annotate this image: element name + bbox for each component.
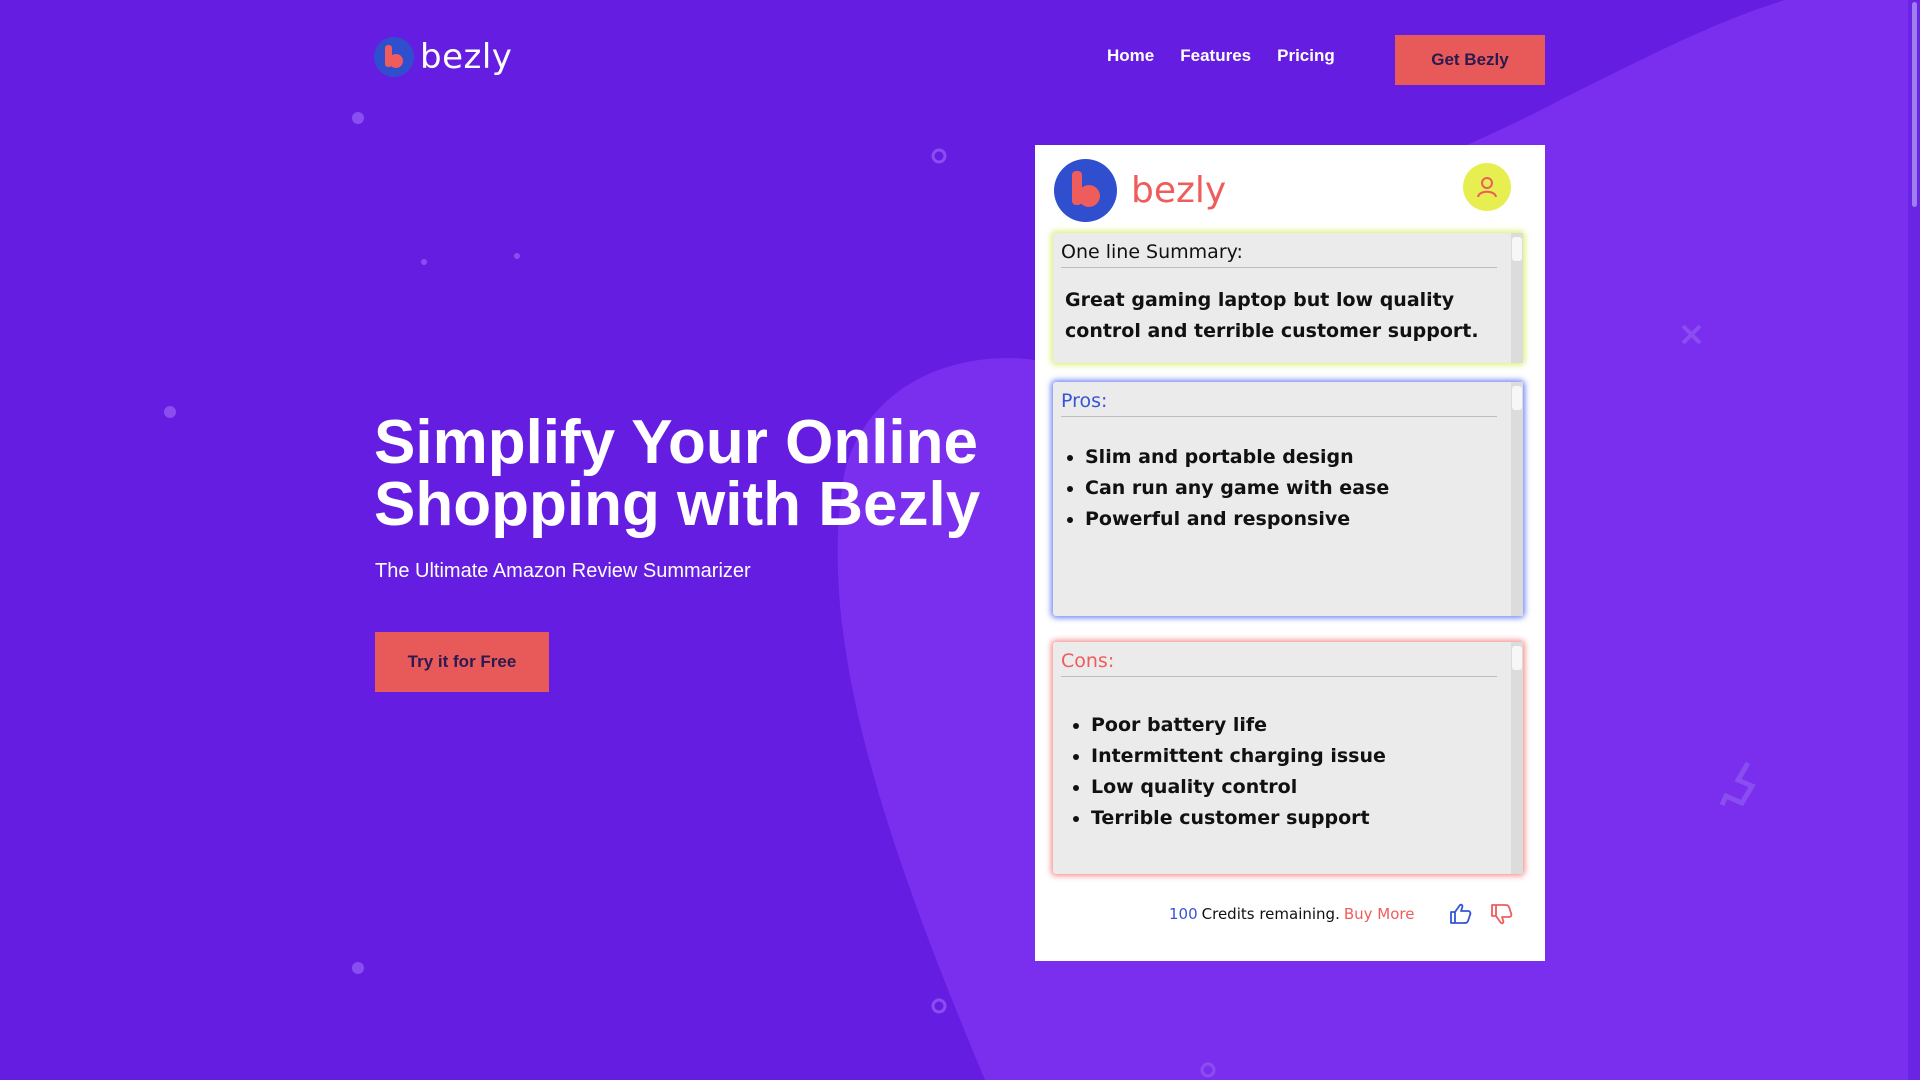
bezly-logo-icon	[1054, 159, 1117, 222]
hero-subtitle: The Ultimate Amazon Review Summarizer	[375, 560, 751, 582]
cons-heading: Cons:	[1061, 650, 1115, 672]
page-scrollbar[interactable]	[1908, 0, 1920, 1080]
user-icon	[1477, 177, 1497, 198]
page-scrollbar-thumb[interactable]	[1912, 2, 1917, 207]
pros-list: Slim and portable design Can run any gam…	[1057, 442, 1389, 535]
divider	[1061, 676, 1497, 677]
list-item: Slim and portable design	[1085, 442, 1389, 473]
extension-preview: bezly One line Summary: Great gaming lap…	[1035, 145, 1545, 961]
thumbs-up-icon[interactable]	[1449, 902, 1473, 926]
scrollbar-thumb[interactable]	[1512, 237, 1522, 261]
try-free-button[interactable]: Try it for Free	[375, 632, 549, 692]
nav-features-link[interactable]: Features	[1180, 46, 1251, 66]
list-item: Powerful and responsive	[1085, 504, 1389, 535]
list-item: Terrible customer support	[1091, 803, 1386, 834]
credits-count: 100	[1169, 905, 1198, 923]
get-bezly-button[interactable]: Get Bezly	[1395, 35, 1545, 85]
cons-list: Poor battery life Intermittent charging …	[1063, 710, 1386, 834]
scrollbar-thumb[interactable]	[1512, 646, 1522, 670]
hero-title-line1: Simplify Your Online	[374, 408, 979, 477]
summary-text: Great gaming laptop but low quality cont…	[1065, 289, 1479, 342]
divider	[1061, 267, 1497, 268]
list-item: Can run any game with ease	[1085, 473, 1389, 504]
hero-title-line2: Shopping with Bezly	[374, 470, 981, 539]
list-item: Poor battery life	[1091, 710, 1386, 741]
scrollbar-thumb[interactable]	[1512, 386, 1522, 410]
user-avatar-button[interactable]	[1463, 163, 1511, 211]
credits-text: Credits remaining.	[1201, 905, 1340, 923]
nav-pricing-link[interactable]: Pricing	[1277, 46, 1335, 66]
hero-title: Simplify Your Online Shopping with Bezly	[374, 412, 994, 536]
cons-scrollbar[interactable]	[1511, 642, 1523, 874]
buy-more-link[interactable]: Buy More	[1344, 905, 1415, 923]
summary-heading: One line Summary:	[1061, 241, 1243, 263]
summary-scrollbar[interactable]	[1511, 233, 1523, 363]
extension-logo-wordmark: bezly	[1131, 170, 1227, 211]
pros-scrollbar[interactable]	[1511, 382, 1523, 616]
extension-logo: bezly	[1054, 159, 1226, 222]
list-item: Intermittent charging issue	[1091, 741, 1386, 772]
background-decoration	[164, 0, 1920, 1080]
summary-card: One line Summary: Great gaming laptop bu…	[1053, 233, 1523, 363]
nav-home-link[interactable]: Home	[1107, 46, 1154, 66]
bezly-logo-icon	[374, 37, 414, 77]
credits-row: 100 Credits remaining. Buy More	[1169, 905, 1414, 923]
pros-card: Pros: Slim and portable design Can run a…	[1053, 382, 1523, 616]
main-nav: Home Features Pricing	[1107, 46, 1335, 66]
logo-wordmark: bezly	[420, 37, 513, 77]
pros-heading: Pros:	[1061, 390, 1108, 412]
cons-card: Cons: Poor battery life Intermittent cha…	[1053, 642, 1523, 874]
thumbs-down-icon[interactable]	[1490, 902, 1514, 926]
divider	[1061, 416, 1497, 417]
list-item: Low quality control	[1091, 772, 1386, 803]
site-logo[interactable]: bezly	[374, 37, 512, 77]
